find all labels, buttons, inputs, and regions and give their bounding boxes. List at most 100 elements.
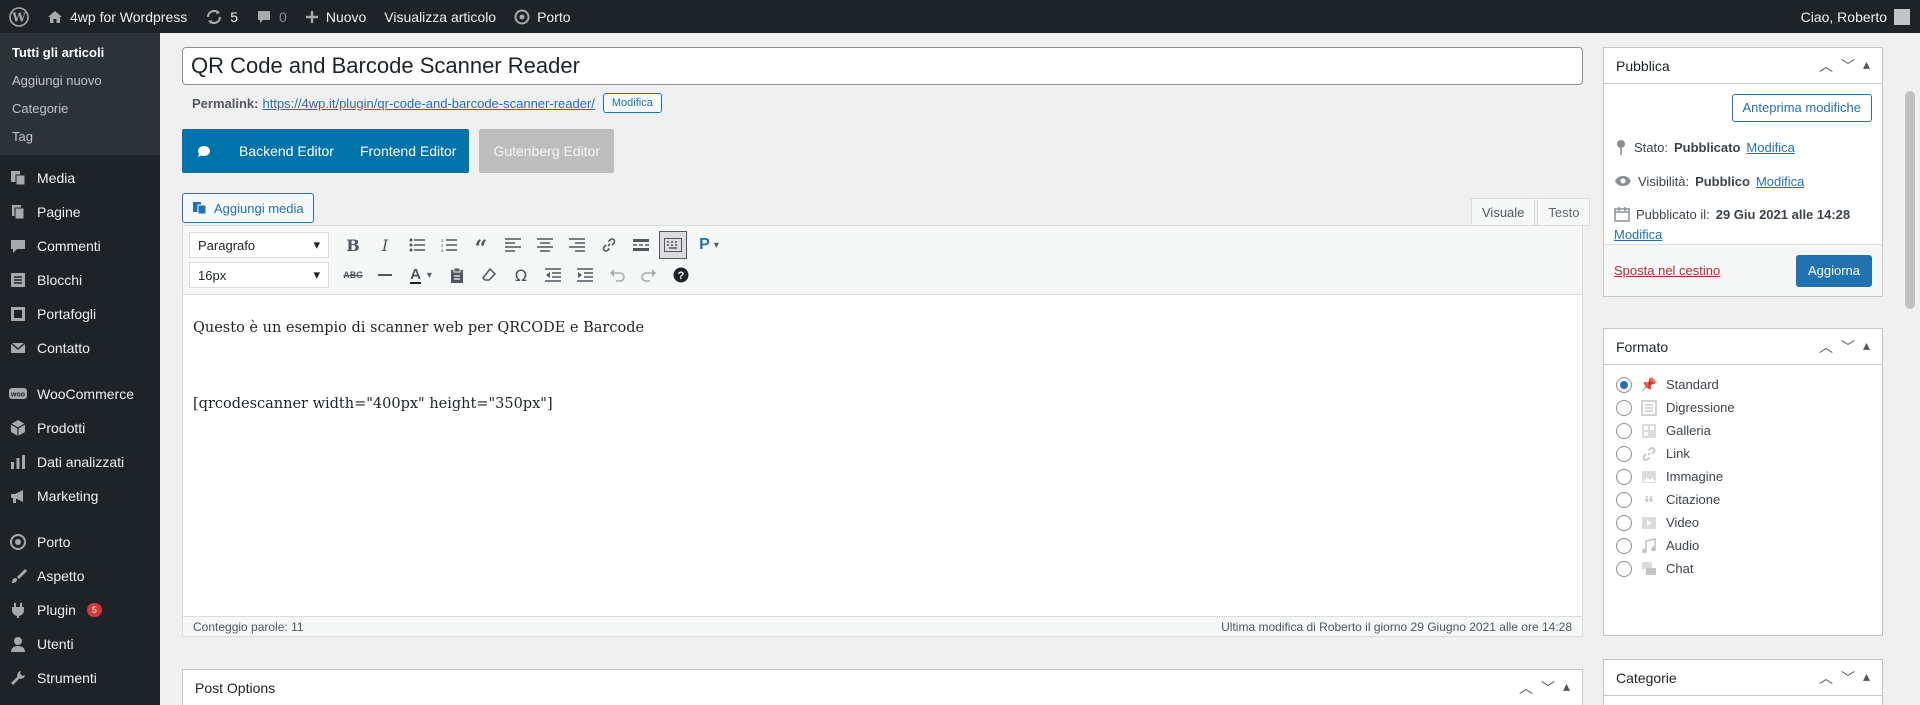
view-post-link[interactable]: Visualizza articolo (375, 0, 505, 33)
sidebar-item-blocks[interactable]: Blocchi (0, 263, 160, 297)
help-icon[interactable]: ? (667, 261, 695, 289)
font-size-select[interactable]: 16px ▾ (189, 262, 329, 288)
published-edit-link[interactable]: Modifica (1614, 227, 1662, 242)
radio-button[interactable] (1616, 514, 1632, 531)
submenu-categories[interactable]: Categorie (0, 95, 160, 123)
submenu-add-new[interactable]: Aggiungi nuovo (0, 67, 160, 95)
indent-icon[interactable] (571, 261, 599, 289)
chevron-down-icon[interactable]: ﹀ (1841, 668, 1855, 688)
format-option-link[interactable]: Link (1604, 442, 1882, 465)
format-option-gallery[interactable]: Galleria (1604, 419, 1882, 442)
radio-button[interactable] (1616, 399, 1632, 416)
special-character-icon[interactable]: Ω (507, 261, 535, 289)
radio-button[interactable] (1616, 491, 1632, 508)
editor-content-area[interactable]: Questo è un esempio di scanner web per Q… (183, 295, 1582, 595)
paste-text-icon[interactable] (443, 261, 471, 289)
bullet-list-icon[interactable] (403, 231, 431, 259)
format-option-chat[interactable]: Chat (1604, 557, 1882, 580)
sidebar-item-users[interactable]: Utenti (0, 627, 160, 661)
scrollbar-thumb[interactable] (1905, 91, 1915, 309)
site-name-link[interactable]: 4wp for Wordpress (38, 0, 196, 33)
submenu-tags[interactable]: Tag (0, 123, 160, 151)
permalink-link[interactable]: https://4wp.it/plugin/qr-code-and-barcod… (262, 96, 594, 111)
blockquote-icon[interactable]: “ (467, 231, 495, 260)
bold-icon[interactable]: B (339, 231, 367, 259)
chevron-down-icon[interactable]: ﹀ (1541, 678, 1555, 698)
strikethrough-icon[interactable]: ABC (339, 261, 367, 289)
format-select[interactable]: Paragrafo ▾ (189, 232, 329, 258)
tab-text[interactable]: Testo (1537, 198, 1591, 226)
sidebar-item-analytics[interactable]: Dati analizzati (0, 445, 160, 479)
collapse-icon[interactable]: ▴ (1863, 56, 1870, 76)
permalink-edit-button[interactable]: Modifica (602, 93, 662, 113)
radio-button[interactable] (1616, 376, 1632, 393)
collapse-icon[interactable]: ▴ (1563, 678, 1570, 698)
wordpress-logo-icon[interactable]: W (0, 0, 38, 33)
tab-visual[interactable]: Visuale (1471, 198, 1536, 226)
status-edit-link[interactable]: Modifica (1746, 140, 1794, 155)
italic-icon[interactable]: I (371, 231, 399, 259)
clear-formatting-icon[interactable] (475, 261, 503, 289)
preview-changes-button[interactable]: Anteprima modifiche (1731, 94, 1872, 122)
collapse-icon[interactable]: ▴ (1863, 668, 1870, 688)
format-option-video[interactable]: Video (1604, 511, 1882, 534)
sidebar-item-portfolio[interactable]: Portafogli (0, 297, 160, 331)
collapse-icon[interactable]: ▴ (1863, 337, 1870, 357)
numbered-list-icon[interactable]: 123 (435, 231, 463, 259)
radio-button[interactable] (1616, 560, 1632, 577)
updates-link[interactable]: 5 (196, 0, 247, 33)
frontend-editor-button[interactable]: Frontend Editor (347, 129, 470, 173)
format-option-audio[interactable]: Audio (1604, 534, 1882, 557)
new-content-link[interactable]: Nuovo (296, 0, 375, 33)
align-left-icon[interactable] (499, 231, 527, 259)
post-title-input[interactable] (182, 47, 1583, 85)
page-scrollbar[interactable] (1900, 33, 1920, 705)
backend-editor-button[interactable]: Backend Editor (226, 129, 347, 173)
gutenberg-editor-button[interactable]: Gutenberg Editor (479, 129, 615, 173)
format-option-quote[interactable]: “ Citazione (1604, 488, 1882, 514)
sidebar-item-tools[interactable]: Strumenti (0, 661, 160, 695)
align-right-icon[interactable] (563, 231, 591, 259)
undo-icon[interactable] (603, 261, 631, 289)
keyboard-icon[interactable] (659, 231, 687, 259)
account-menu[interactable]: Ciao, Roberto (1792, 0, 1920, 33)
sidebar-item-products[interactable]: Prodotti (0, 411, 160, 445)
sidebar-item-plugins[interactable]: Plugin 5 (0, 593, 160, 627)
radio-button[interactable] (1616, 468, 1632, 485)
comments-link[interactable]: 0 (247, 0, 296, 33)
chevron-up-icon[interactable]: ︿ (1819, 56, 1833, 76)
link-icon[interactable] (595, 231, 623, 259)
format-option-aside[interactable]: Digressione (1604, 396, 1882, 419)
redo-icon[interactable] (635, 261, 663, 289)
radio-button[interactable] (1616, 445, 1632, 462)
chevron-down-icon[interactable]: ﹀ (1841, 56, 1855, 76)
align-center-icon[interactable] (531, 231, 559, 259)
horizontal-line-icon[interactable] (371, 261, 399, 289)
format-option-standard[interactable]: 📌 Standard (1604, 373, 1882, 396)
read-more-icon[interactable] (627, 231, 655, 259)
theme-link[interactable]: Porto (505, 0, 579, 33)
chevron-up-icon[interactable]: ︿ (1819, 337, 1833, 357)
sidebar-item-media[interactable]: Media (0, 161, 160, 195)
move-to-trash-link[interactable]: Sposta nel cestino (1614, 263, 1720, 278)
sidebar-item-marketing[interactable]: Marketing (0, 479, 160, 513)
chevron-up-icon[interactable]: ︿ (1819, 668, 1833, 688)
radio-button[interactable] (1616, 422, 1632, 439)
chevron-up-icon[interactable]: ︿ (1519, 678, 1533, 698)
radio-button[interactable] (1616, 537, 1632, 554)
text-color-icon[interactable]: A ▾ (403, 261, 439, 289)
sidebar-item-porto[interactable]: Porto (0, 525, 160, 559)
visibility-edit-link[interactable]: Modifica (1756, 174, 1804, 189)
sidebar-item-comments[interactable]: Commenti (0, 229, 160, 263)
add-media-button[interactable]: Aggiungi media (182, 193, 314, 223)
sidebar-item-appearance[interactable]: Aspetto (0, 559, 160, 593)
outdent-icon[interactable] (539, 261, 567, 289)
chevron-down-icon[interactable]: ﹀ (1841, 337, 1855, 357)
sidebar-item-pages[interactable]: Pagine (0, 195, 160, 229)
porto-shortcode-icon[interactable]: P ▾ (691, 231, 727, 259)
sidebar-item-woocommerce[interactable]: woo WooCommerce (0, 377, 160, 411)
update-button[interactable]: Aggiorna (1795, 254, 1872, 287)
submenu-all-posts[interactable]: Tutti gli articoli (0, 39, 160, 67)
sidebar-item-contact[interactable]: Contatto (0, 331, 160, 365)
format-option-image[interactable]: Immagine (1604, 465, 1882, 488)
